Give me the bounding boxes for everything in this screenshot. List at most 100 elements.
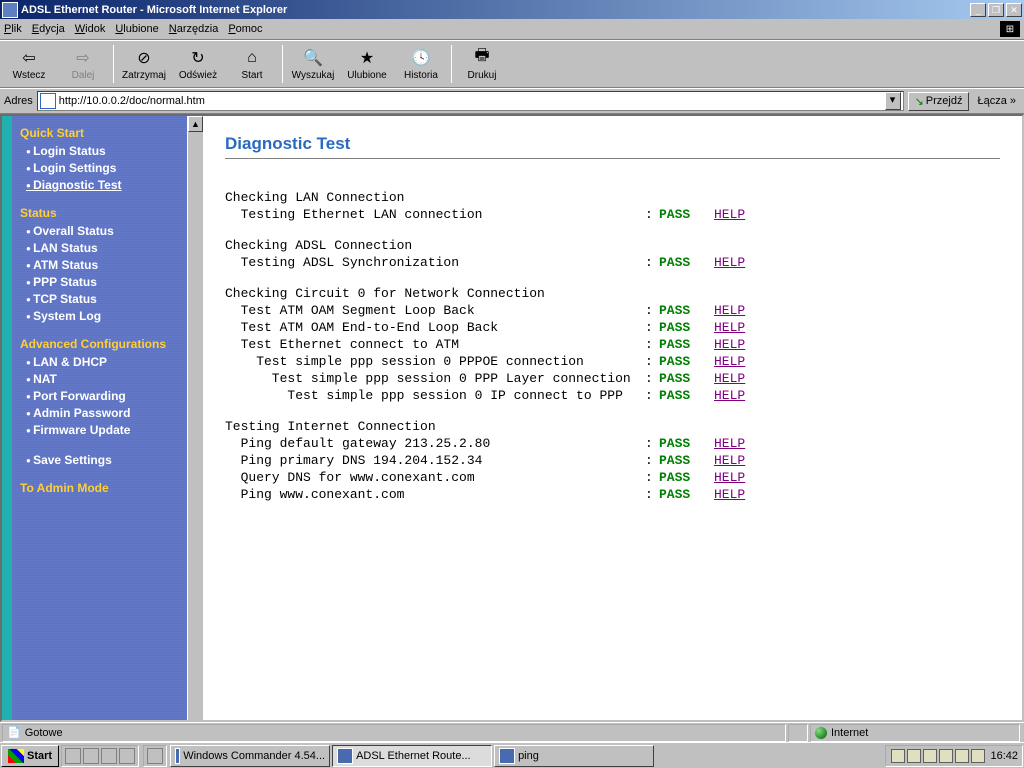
menu-file[interactable]: Plik [4,23,22,35]
diagnostic-label: Query DNS for www.conexant.com [225,469,645,486]
menu-edit[interactable]: Edycja [32,23,65,35]
sidebar-item[interactable]: TCP Status [26,292,179,306]
sidebar-item[interactable]: NAT [26,372,179,386]
sidebar-item[interactable]: LAN Status [26,241,179,255]
diagnostic-output: Checking LAN Connection Testing Ethernet… [225,189,1000,503]
minimize-button[interactable]: _ [970,3,986,17]
tray-icon[interactable] [891,749,905,763]
home-button[interactable]: ⌂Start [225,43,279,85]
refresh-button[interactable]: ↻Odśwież [171,43,225,85]
quick-launch-icon[interactable] [83,748,99,764]
close-button[interactable]: ✕ [1006,3,1022,17]
quick-launch-icon[interactable] [65,748,81,764]
diagnostic-row: Testing ADSL Synchronization:PASSHELP [225,254,1000,271]
task-icon [337,748,353,764]
diagnostic-label: Testing ADSL Synchronization [225,254,645,271]
diagnostic-group-header: Testing Internet Connection [225,418,1000,435]
window-title: ADSL Ethernet Router - Microsoft Interne… [21,4,968,16]
ie-logo-icon: ⊞ [1000,21,1020,37]
diagnostic-group-header: Checking LAN Connection [225,189,1000,206]
sidebar-item[interactable]: Login Status [26,144,179,158]
sidebar-item[interactable]: Diagnostic Test [26,178,179,192]
diagnostic-row: Query DNS for www.conexant.com:PASSHELP [225,469,1000,486]
sidebar-item[interactable]: Port Forwarding [26,389,179,403]
menu-tools[interactable]: Narzędzia [169,23,219,35]
history-button[interactable]: 🕓Historia [394,43,448,85]
back-button[interactable]: ⇦Wstecz [2,43,56,85]
status-bar: 📄 Gotowe Internet [0,722,1024,742]
sidebar-item[interactable]: Admin Password [26,406,179,420]
diagnostic-row: Test simple ppp session 0 PPPOE connecti… [225,353,1000,370]
forward-button[interactable]: ⇨Dalej [56,43,110,85]
quick-launch-icon[interactable] [119,748,135,764]
admin-mode-link[interactable]: To Admin Mode [20,481,179,495]
status-cell [788,724,808,742]
sidebar-item[interactable]: ATM Status [26,258,179,272]
links-button[interactable]: Łącza » [973,93,1020,109]
diagnostic-label: Test simple ppp session 0 PPPOE connecti… [225,353,645,370]
sidebar-item[interactable]: PPP Status [26,275,179,289]
security-zone: Internet [810,724,1020,742]
tray-icon[interactable] [955,749,969,763]
address-box[interactable]: ▾ [37,91,904,111]
sidebar-scrollbar[interactable]: ▲ [187,116,203,720]
globe-icon [815,727,827,739]
search-button[interactable]: 🔍Wyszukaj [286,43,340,85]
help-link[interactable]: HELP [714,254,745,271]
go-button[interactable]: Przejdź [908,92,970,111]
sidebar-item[interactable]: System Log [26,309,179,323]
sidebar-item[interactable]: Login Settings [26,161,179,175]
help-link[interactable]: HELP [714,353,745,370]
help-link[interactable]: HELP [714,486,745,503]
help-link[interactable]: HELP [714,370,745,387]
address-bar: Adres ▾ Przejdź Łącza » [0,88,1024,114]
taskbar-task[interactable]: ADSL Ethernet Route... [332,745,492,767]
help-link[interactable]: HELP [714,387,745,404]
menu-help[interactable]: Pomoc [228,23,262,35]
sidebar-item[interactable]: Save Settings [26,453,179,467]
help-link[interactable]: HELP [714,206,745,223]
sidebar-item[interactable]: LAN & DHCP [26,355,179,369]
start-button[interactable]: Start [1,745,59,767]
diagnostic-result: PASS [659,254,714,271]
clock[interactable]: 16:42 [990,750,1018,762]
diagnostic-result: PASS [659,469,714,486]
page-icon [40,93,56,109]
tray-icon[interactable] [923,749,937,763]
diagnostic-result: PASS [659,486,714,503]
diagnostic-result: PASS [659,336,714,353]
help-link[interactable]: HELP [714,319,745,336]
diagnostic-label: Test ATM OAM Segment Loop Back [225,302,645,319]
quick-launch-icon[interactable] [147,748,163,764]
diagnostic-label: Test simple ppp session 0 IP connect to … [225,387,645,404]
print-button[interactable]: 🖶Drukuj [455,43,509,85]
diagnostic-row: Test simple ppp session 0 IP connect to … [225,387,1000,404]
sidebar-section-header: Quick Start [20,126,179,140]
taskbar-task[interactable]: ping [494,745,654,767]
maximize-button[interactable]: ❐ [988,3,1004,17]
stop-button[interactable]: ⊘Zatrzymaj [117,43,171,85]
address-dropdown[interactable]: ▾ [885,92,901,110]
menu-view[interactable]: Widok [75,23,106,35]
tray-icon[interactable] [907,749,921,763]
taskbar-task[interactable]: Windows Commander 4.54... [170,745,330,767]
help-link[interactable]: HELP [714,469,745,486]
tray-icon[interactable] [971,749,985,763]
menu-favorites[interactable]: Ulubione [115,23,158,35]
address-input[interactable] [59,95,885,107]
diagnostic-row: Ping www.conexant.com:PASSHELP [225,486,1000,503]
favorites-button[interactable]: ★Ulubione [340,43,394,85]
help-link[interactable]: HELP [714,452,745,469]
help-link[interactable]: HELP [714,302,745,319]
address-label: Adres [4,95,33,107]
sidebar-item[interactable]: Overall Status [26,224,179,238]
system-tray: 16:42 [885,745,1023,767]
tray-icon[interactable] [939,749,953,763]
sidebar-item[interactable]: Firmware Update [26,423,179,437]
help-link[interactable]: HELP [714,336,745,353]
scroll-up-icon[interactable]: ▲ [188,116,203,132]
quick-launch-icon[interactable] [101,748,117,764]
help-link[interactable]: HELP [714,435,745,452]
diagnostic-label: Test simple ppp session 0 PPP Layer conn… [225,370,645,387]
diagnostic-row: Test Ethernet connect to ATM:PASSHELP [225,336,1000,353]
